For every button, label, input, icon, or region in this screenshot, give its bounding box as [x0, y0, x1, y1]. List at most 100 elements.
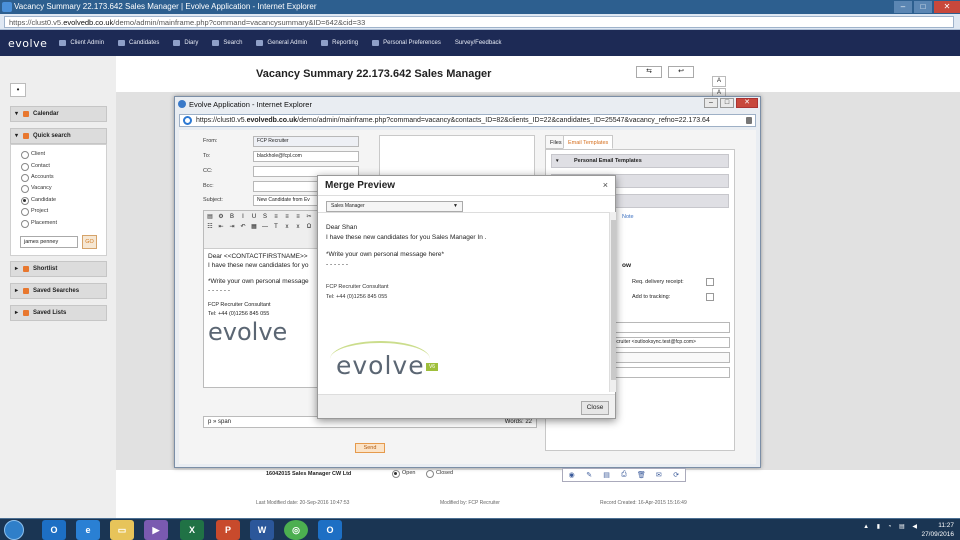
edit-icon[interactable]: ✎	[580, 471, 597, 479]
req-delivery-checkbox[interactable]	[706, 278, 714, 286]
media-player-icon[interactable]: ▶	[144, 520, 168, 540]
back-button[interactable]: ↩	[668, 66, 694, 78]
internet-explorer-icon[interactable]: e	[76, 520, 100, 540]
quick-search-input[interactable]: james penney	[20, 236, 78, 248]
excel-icon[interactable]: X	[180, 520, 204, 540]
indent-icon[interactable]: ⇥	[228, 223, 236, 231]
view-icon[interactable]: ◉	[563, 471, 580, 479]
sidebar-quick-search[interactable]: ▾ Quick search	[10, 128, 107, 144]
scrollbar-thumb[interactable]	[611, 220, 616, 380]
omega-icon[interactable]: Ω	[305, 223, 313, 231]
sidebar-shortlist[interactable]: ▸ Shortlist	[10, 261, 107, 277]
system-tray[interactable]: ▲ ▮ ◔ ▤ ◀	[863, 523, 920, 530]
subscript-icon[interactable]: x	[283, 223, 291, 231]
clock[interactable]: 11:27 27/09/2016	[921, 521, 954, 539]
powerpoint-icon[interactable]: P	[216, 520, 240, 540]
nav-reporting[interactable]: Reporting	[321, 40, 358, 46]
font-size-button[interactable]: A	[712, 76, 726, 87]
evolve-logo[interactable]: evolve	[8, 37, 47, 50]
outlook-icon[interactable]: O	[42, 520, 66, 540]
template-link[interactable]: Note	[622, 214, 634, 220]
sidebar-toggle[interactable]: •	[10, 83, 26, 97]
radio-vacancy[interactable]: Vacancy	[21, 185, 52, 193]
radio-open[interactable]: Open	[392, 470, 415, 478]
close-icon[interactable]: ×	[603, 180, 608, 190]
sidebar-saved-searches[interactable]: ▸ Saved Searches	[10, 283, 107, 299]
number-list-icon[interactable]: ☷	[206, 223, 214, 231]
nav-personal-preferences[interactable]: Personal Preferences	[372, 40, 441, 46]
report-icon[interactable]: ▤	[598, 471, 615, 479]
align-right-icon[interactable]: ≡	[294, 213, 302, 221]
table-icon[interactable]: ▦	[250, 223, 258, 231]
ie-logo-icon	[183, 116, 192, 125]
align-center-icon[interactable]: ≡	[283, 213, 291, 221]
close-window-button[interactable]: ✕	[736, 98, 758, 108]
file-explorer-icon[interactable]: ▭	[110, 520, 134, 540]
popup-url-field[interactable]: https://clust0.v5.evolvedb.co.uk/demo/ad…	[179, 114, 756, 127]
nav-general-admin[interactable]: General Admin	[256, 40, 307, 46]
underline-icon[interactable]: U	[250, 213, 258, 221]
strike-icon[interactable]: S	[261, 213, 269, 221]
chrome-icon[interactable]: ◎	[284, 520, 308, 540]
radio-project[interactable]: Project	[21, 208, 48, 216]
radio-candidate[interactable]: Candidate	[21, 197, 56, 205]
align-left-icon[interactable]: ≡	[272, 213, 280, 221]
url-domain: evolvedb.co.uk	[63, 18, 114, 27]
record-name: 16042015 Sales Manager CW Ltd	[266, 471, 352, 477]
preview-scrollbar[interactable]	[609, 212, 616, 392]
nav-survey-feedback[interactable]: Survey/Feedback	[455, 40, 502, 46]
rule-icon[interactable]: —	[261, 223, 269, 231]
print-icon[interactable]: ⎙	[615, 471, 632, 479]
maximize-button[interactable]: □	[720, 98, 734, 108]
url-field[interactable]: https://clust0.v5.evolvedb.co.uk/demo/ad…	[4, 16, 954, 28]
email-icon[interactable]: ✉	[650, 471, 667, 479]
from-select[interactable]: FCP Recruiter	[253, 136, 359, 147]
word-icon[interactable]: W	[250, 520, 274, 540]
radio-closed[interactable]: Closed	[426, 470, 453, 478]
undo-icon[interactable]: ↶	[239, 223, 247, 231]
new-doc-icon[interactable]: ▤	[206, 213, 214, 221]
tab-email-templates[interactable]: Email Templates	[563, 135, 614, 149]
cut-icon[interactable]: ✂	[305, 213, 313, 221]
outlook-icon[interactable]: O	[318, 520, 342, 540]
clear-format-icon[interactable]: T	[272, 223, 280, 231]
popup-title: Evolve Application - Internet Explorer	[189, 100, 312, 109]
italic-icon[interactable]: I	[239, 213, 247, 221]
option-field[interactable]	[606, 367, 730, 378]
nav-client-admin[interactable]: Client Admin	[59, 40, 104, 46]
refresh-icon[interactable]: ⟳	[668, 471, 685, 479]
go-button[interactable]: GO	[82, 235, 97, 249]
radio-contact[interactable]: Contact	[21, 163, 50, 171]
add-tracking-checkbox[interactable]	[706, 293, 714, 301]
minimize-button[interactable]: –	[704, 98, 718, 108]
superscript-icon[interactable]: x	[294, 223, 302, 231]
nav-diary[interactable]: Diary	[173, 40, 198, 46]
radio-client[interactable]: Client	[21, 151, 45, 159]
gear-icon[interactable]: ⚙	[217, 213, 225, 221]
bold-icon[interactable]: B	[228, 213, 236, 221]
format-select[interactable]: al	[606, 322, 730, 333]
nav-search[interactable]: Search	[212, 40, 242, 46]
nav-candidates[interactable]: Candidates	[118, 40, 159, 46]
sender-select[interactable]: Recruiter <outlooksync.test@fcp.com>	[606, 337, 730, 348]
caret-down-icon: ▾	[15, 133, 19, 139]
close-button[interactable]: Close	[581, 401, 609, 415]
option-select[interactable]	[606, 352, 730, 363]
caret-right-icon: ▸	[15, 310, 19, 316]
personal-templates-header[interactable]: ▾ Personal Email Templates	[551, 154, 729, 168]
minimize-button[interactable]: –	[894, 1, 912, 13]
sidebar-calendar[interactable]: ▾ Calendar	[10, 106, 107, 122]
dialog-title: Merge Preview	[325, 180, 396, 191]
start-button[interactable]	[4, 520, 24, 540]
send-button[interactable]: Send	[355, 443, 385, 453]
close-window-button[interactable]: ✕	[934, 1, 960, 13]
radio-placement[interactable]: Placement	[21, 220, 57, 228]
radio-accounts[interactable]: Accounts	[21, 174, 54, 182]
sidebar-saved-lists[interactable]: ▸ Saved Lists	[10, 305, 107, 321]
share-button[interactable]: ⇆	[636, 66, 662, 78]
maximize-button[interactable]: □	[914, 1, 932, 13]
outdent-icon[interactable]: ⇤	[217, 223, 225, 231]
vacancy-select[interactable]: Sales Manager ▼	[326, 201, 463, 212]
to-field[interactable]: blackhole@fcpl.com	[253, 151, 359, 162]
delete-icon[interactable]: 🗑	[633, 471, 650, 479]
